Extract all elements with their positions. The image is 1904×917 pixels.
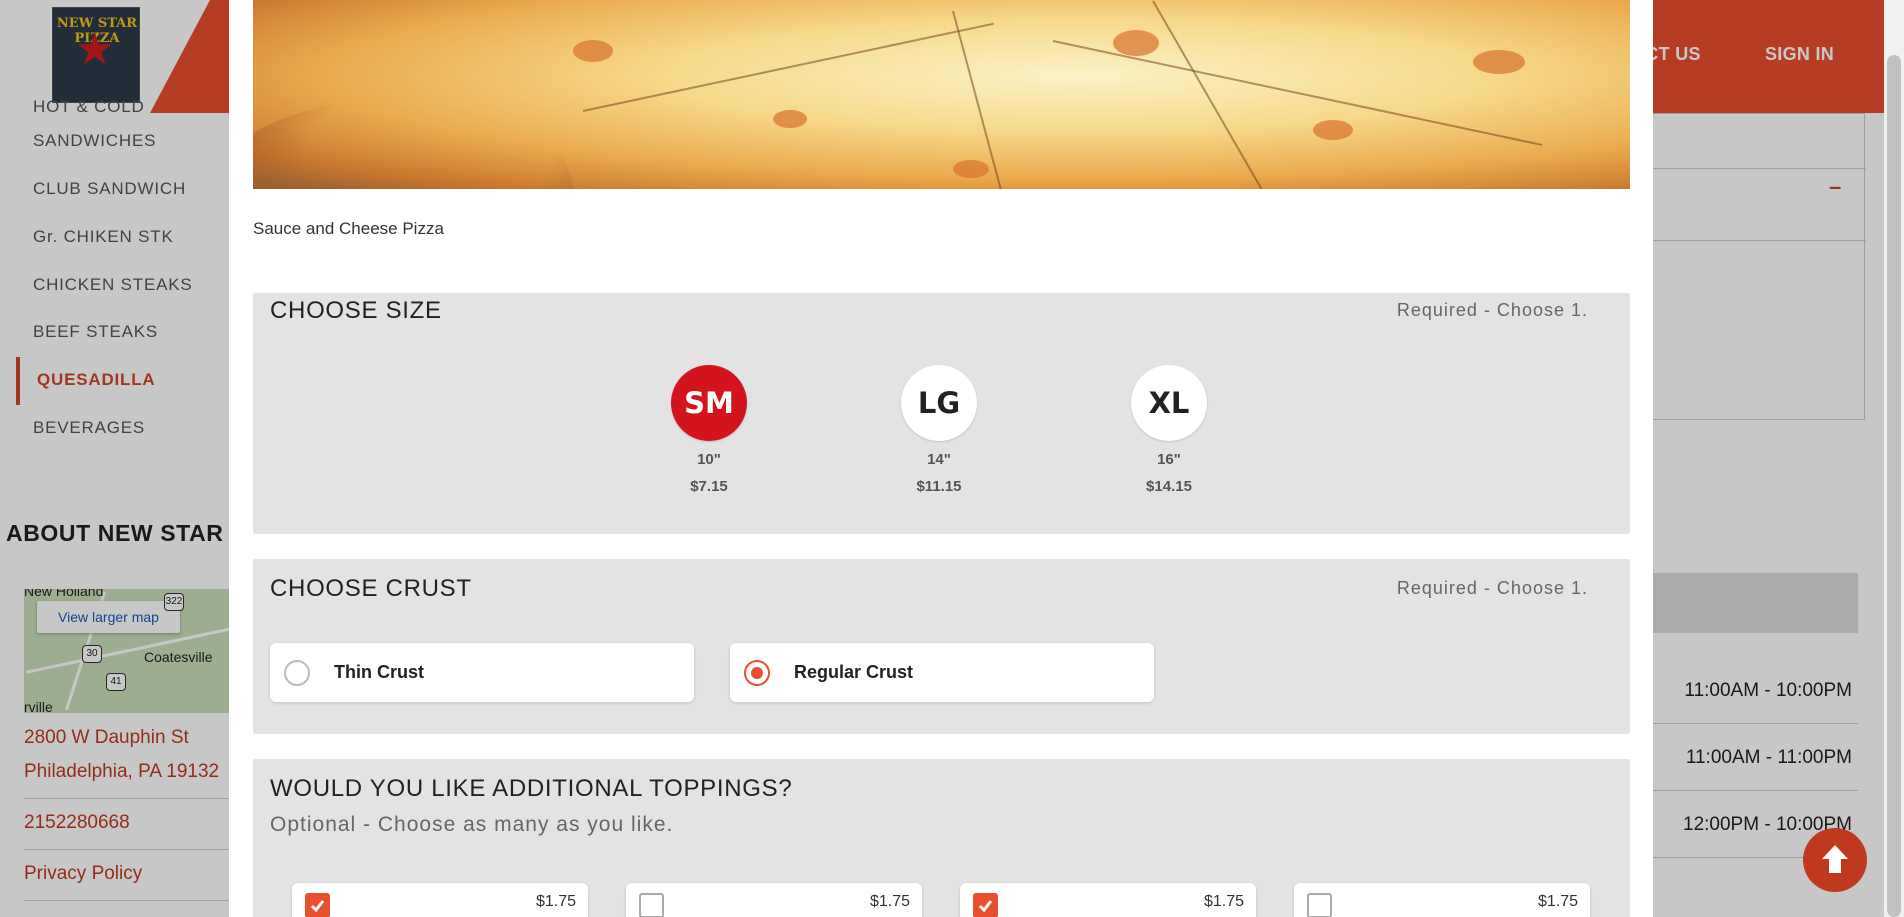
crust-label: Regular Crust (794, 662, 914, 682)
size-inches: 14" (927, 451, 951, 468)
slice-cut (1152, 0, 1284, 189)
crust-requirement: Required - Choose 1. (1396, 578, 1588, 598)
checkbox-checked[interactable] (305, 893, 330, 917)
crust-option-regular[interactable]: Regular Crust (730, 643, 1154, 702)
size-price: $7.15 (690, 478, 728, 495)
size-badge[interactable]: XL (1131, 365, 1207, 441)
topping-option[interactable]: $1.75 (960, 883, 1256, 917)
size-option-xl[interactable]: XL 16" $14.15 (1124, 365, 1214, 495)
size-option-lg[interactable]: LG 14" $11.15 (894, 365, 984, 495)
slice-cut (582, 22, 995, 112)
size-badge[interactable]: SM (671, 365, 747, 441)
size-section: CHOOSE SIZE Required - Choose 1. SM 10" … (253, 293, 1630, 534)
slice-cut (1052, 40, 1543, 146)
arrow-up-icon (1822, 845, 1848, 873)
crust-option-thin[interactable]: Thin Crust (270, 643, 694, 702)
sauce-spot (573, 40, 613, 62)
topping-option[interactable]: $1.75 (292, 883, 588, 917)
topping-price: $1.75 (535, 893, 576, 910)
item-description: Sauce and Cheese Pizza (253, 219, 444, 238)
size-option-sm[interactable]: SM 10" $7.15 (664, 365, 754, 495)
size-price: $11.15 (916, 478, 962, 495)
pizza-crust (253, 100, 573, 189)
size-price: $14.15 (1146, 478, 1192, 495)
topping-price: $1.75 (1203, 893, 1244, 910)
topping-price: $1.75 (869, 893, 910, 910)
item-modal: Sauce and Cheese Pizza CHOOSE SIZE Requi… (229, 0, 1653, 917)
sauce-spot (773, 110, 807, 128)
topping-option[interactable]: $1.75 (1294, 883, 1590, 917)
scroll-to-top-button[interactable] (1803, 828, 1867, 892)
scrollbar-thumb[interactable] (1887, 55, 1901, 917)
size-section-title: CHOOSE SIZE (270, 297, 442, 324)
pizza-image (253, 0, 1630, 189)
crust-section-title: CHOOSE CRUST (270, 575, 472, 602)
toppings-subtitle: Optional - Choose as many as you like. (270, 813, 674, 836)
size-inches: 10" (697, 451, 721, 468)
page-scrollbar[interactable] (1884, 0, 1904, 917)
size-badge[interactable]: LG (901, 365, 977, 441)
toppings-section-title: WOULD YOU LIKE ADDITIONAL TOPPINGS? (270, 775, 793, 802)
topping-option[interactable]: $1.75 (626, 883, 922, 917)
sauce-spot (1473, 50, 1525, 74)
radio-button-selected[interactable] (744, 660, 770, 686)
crust-label: Thin Crust (334, 662, 424, 682)
checkbox-checked[interactable] (973, 893, 998, 917)
sauce-spot (953, 160, 989, 178)
sauce-spot (1313, 120, 1353, 140)
topping-price: $1.75 (1537, 893, 1578, 910)
checkbox[interactable] (639, 893, 664, 917)
sauce-spot (1113, 30, 1159, 56)
size-requirement: Required - Choose 1. (1396, 300, 1588, 320)
radio-button[interactable] (284, 660, 310, 686)
size-inches: 16" (1157, 451, 1181, 468)
checkbox[interactable] (1307, 893, 1332, 917)
